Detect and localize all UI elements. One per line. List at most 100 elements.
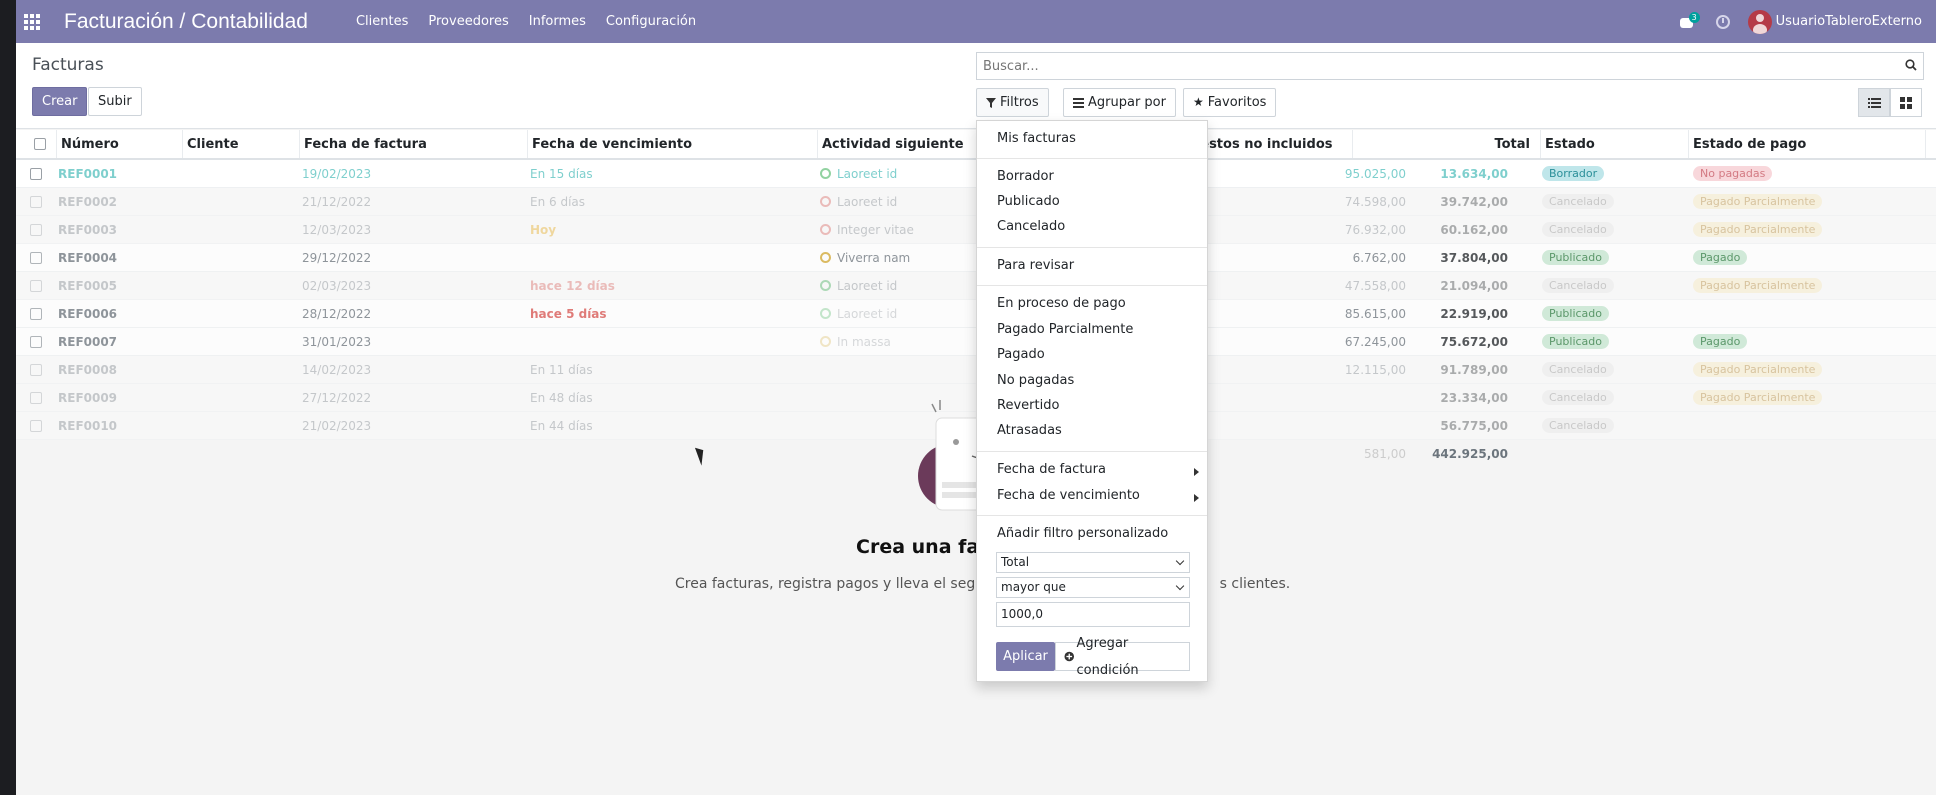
groupby-label: Agrupar por [1088, 95, 1166, 110]
footer-total: 442.925,00 [1432, 447, 1508, 461]
divider [977, 158, 1207, 159]
filter-fecha-vencimiento[interactable]: Fecha de vencimiento [997, 488, 1140, 503]
avatar [1747, 9, 1772, 34]
filter-en-proceso-pago[interactable]: En proceso de pago [997, 296, 1126, 311]
cell-vencimiento: hace 12 días [530, 278, 615, 293]
row-checkbox[interactable] [30, 167, 42, 180]
favorites-button[interactable]: ★ Favoritos [1183, 88, 1277, 117]
breadcrumb: Facturas [32, 55, 104, 75]
cell-actividad[interactable]: Integer vitae [820, 216, 914, 243]
filter-revertido[interactable]: Revertido [997, 398, 1059, 413]
kanban-view-icon[interactable] [1890, 88, 1922, 117]
filter-pagado-parcialmente[interactable]: Pagado Parcialmente [997, 322, 1133, 337]
top-navbar: Facturación / Contabilidad Clientes Prov… [16, 0, 1936, 43]
cell-numero: REF0009 [58, 390, 118, 405]
app-title[interactable]: Facturación / Contabilidad [64, 10, 308, 34]
cell-vencimiento: hace 5 días [530, 306, 607, 321]
upload-button[interactable]: Subir [88, 87, 142, 116]
activity-clock-icon [820, 252, 831, 263]
col-cliente[interactable]: Cliente [182, 130, 239, 158]
cell-total: 23.334,00 [1440, 390, 1508, 405]
cell-fecha: 27/12/2022 [302, 390, 372, 405]
cell-total: 21.094,00 [1440, 278, 1508, 293]
apps-grid-icon[interactable] [24, 13, 40, 30]
cell-actividad[interactable]: In massa [820, 328, 891, 355]
apply-filter-button[interactable]: Aplicar [996, 642, 1055, 671]
cell-total: 22.919,00 [1440, 306, 1508, 321]
cell-numero: REF0003 [58, 222, 118, 237]
filter-mis-facturas[interactable]: Mis facturas [997, 131, 1076, 146]
col-fecha-factura[interactable]: Fecha de factura [299, 130, 427, 158]
filter-fecha-factura[interactable]: Fecha de factura [997, 462, 1106, 477]
payment-badge: Pagado Parcialmente [1693, 278, 1823, 293]
select-all-checkbox[interactable] [34, 138, 46, 150]
status-badge: Cancelado [1542, 194, 1614, 209]
row-checkbox[interactable] [30, 335, 42, 348]
cell-numero: REF0007 [58, 334, 118, 349]
cell-total: 39.742,00 [1440, 194, 1508, 209]
left-edge-strip [0, 0, 16, 795]
col-estado[interactable]: Estado [1540, 130, 1595, 158]
cell-total: 91.789,00 [1440, 362, 1508, 377]
cell-actividad[interactable]: Laoreet id [820, 160, 897, 187]
cell-vencimiento: En 11 días [530, 362, 593, 377]
row-checkbox[interactable] [30, 223, 42, 236]
filters-button[interactable]: Filtros [976, 88, 1049, 117]
custom-filter-value-input[interactable]: 1000,0 [996, 602, 1190, 627]
menu-informes[interactable]: Informes [529, 14, 586, 29]
filter-publicado[interactable]: Publicado [997, 194, 1060, 209]
add-condition-button[interactable]: Agregar condición [1055, 636, 1190, 678]
cell-fecha: 02/03/2023 [302, 278, 372, 293]
search-icon[interactable] [1905, 59, 1917, 71]
messages-icon[interactable]: 3 [1679, 11, 1700, 29]
activity-clock-icon [820, 336, 831, 347]
add-custom-filter-label[interactable]: Añadir filtro personalizado [997, 526, 1168, 541]
row-checkbox[interactable] [30, 279, 42, 292]
activity-clock-icon [820, 224, 831, 235]
custom-filter-field-select[interactable]: Total [996, 552, 1190, 573]
cell-actividad[interactable]: Laoreet id [820, 300, 897, 327]
cell-vencimiento: En 44 días [530, 418, 593, 433]
col-estado-pago[interactable]: Estado de pago [1688, 130, 1806, 158]
activity-clock-icon[interactable] [1715, 14, 1730, 29]
chevron-down-icon [1175, 556, 1185, 566]
search-input[interactable] [977, 53, 1923, 79]
divider [977, 515, 1207, 516]
cell-fecha: 14/02/2023 [302, 362, 372, 377]
row-checkbox[interactable] [30, 307, 42, 320]
create-button[interactable]: Crear [32, 87, 88, 116]
list-view-icon[interactable] [1858, 88, 1890, 117]
col-numero[interactable]: Número [56, 130, 119, 158]
row-checkbox[interactable] [30, 419, 42, 432]
cell-impuestos: 74.598,00 [1344, 194, 1406, 209]
list-bars-icon [1073, 97, 1084, 108]
cell-actividad[interactable]: Laoreet id [820, 188, 897, 215]
filter-borrador[interactable]: Borrador [997, 169, 1054, 184]
user-menu[interactable]: UsuarioTableroExterno [1747, 9, 1922, 34]
activity-clock-icon [820, 196, 831, 207]
cell-numero: REF0005 [58, 278, 118, 293]
menu-proveedores[interactable]: Proveedores [428, 14, 508, 29]
row-checkbox[interactable] [30, 363, 42, 376]
filter-atrasadas[interactable]: Atrasadas [997, 423, 1062, 438]
menu-clientes[interactable]: Clientes [356, 14, 408, 29]
caret-right-icon [1194, 494, 1199, 502]
row-checkbox[interactable] [30, 195, 42, 208]
col-total[interactable]: Total [1352, 130, 1540, 158]
optional-columns-icon[interactable] [1925, 130, 1930, 158]
cell-total: 60.162,00 [1440, 222, 1508, 237]
row-checkbox[interactable] [30, 391, 42, 404]
filter-cancelado[interactable]: Cancelado [997, 219, 1065, 234]
cell-actividad[interactable]: Laoreet id [820, 272, 897, 299]
col-fecha-vencimiento[interactable]: Fecha de vencimiento [527, 130, 692, 158]
filter-no-pagadas[interactable]: No pagadas [997, 373, 1074, 388]
row-checkbox[interactable] [30, 251, 42, 264]
cell-actividad[interactable]: Viverra nam [820, 244, 910, 271]
filter-pagado[interactable]: Pagado [997, 347, 1045, 362]
custom-filter-operator-select[interactable]: mayor que [996, 577, 1190, 598]
filter-para-revisar[interactable]: Para revisar [997, 258, 1074, 273]
menu-configuracion[interactable]: Configuración [606, 14, 696, 29]
col-actividad[interactable]: Actividad siguiente [817, 130, 964, 158]
groupby-button[interactable]: Agrupar por [1063, 88, 1176, 117]
cell-impuestos: 12.115,00 [1344, 362, 1406, 377]
